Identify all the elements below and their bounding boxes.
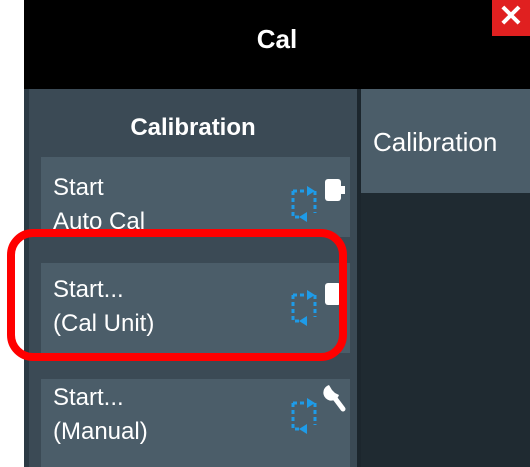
calibration-tab[interactable]: Calibration	[361, 89, 530, 193]
close-icon[interactable]: ✕	[492, 0, 530, 36]
button-label: Start... (Manual)	[53, 384, 148, 445]
wrench-icon	[291, 385, 346, 434]
title-bar: Cal	[24, 0, 530, 89]
cal-unit-icon	[291, 179, 345, 222]
button-label: Start Auto Cal	[53, 174, 146, 235]
right-panel	[361, 193, 530, 467]
dialog-title: Cal	[256, 24, 298, 54]
start-manual-button[interactable]: Start... (Manual)	[41, 379, 350, 467]
tab-label: Calibration	[373, 127, 498, 157]
highlight-annotation	[7, 229, 347, 361]
section-title: Calibration	[130, 114, 256, 141]
start-auto-cal-button[interactable]: Start Auto Cal	[41, 157, 350, 237]
